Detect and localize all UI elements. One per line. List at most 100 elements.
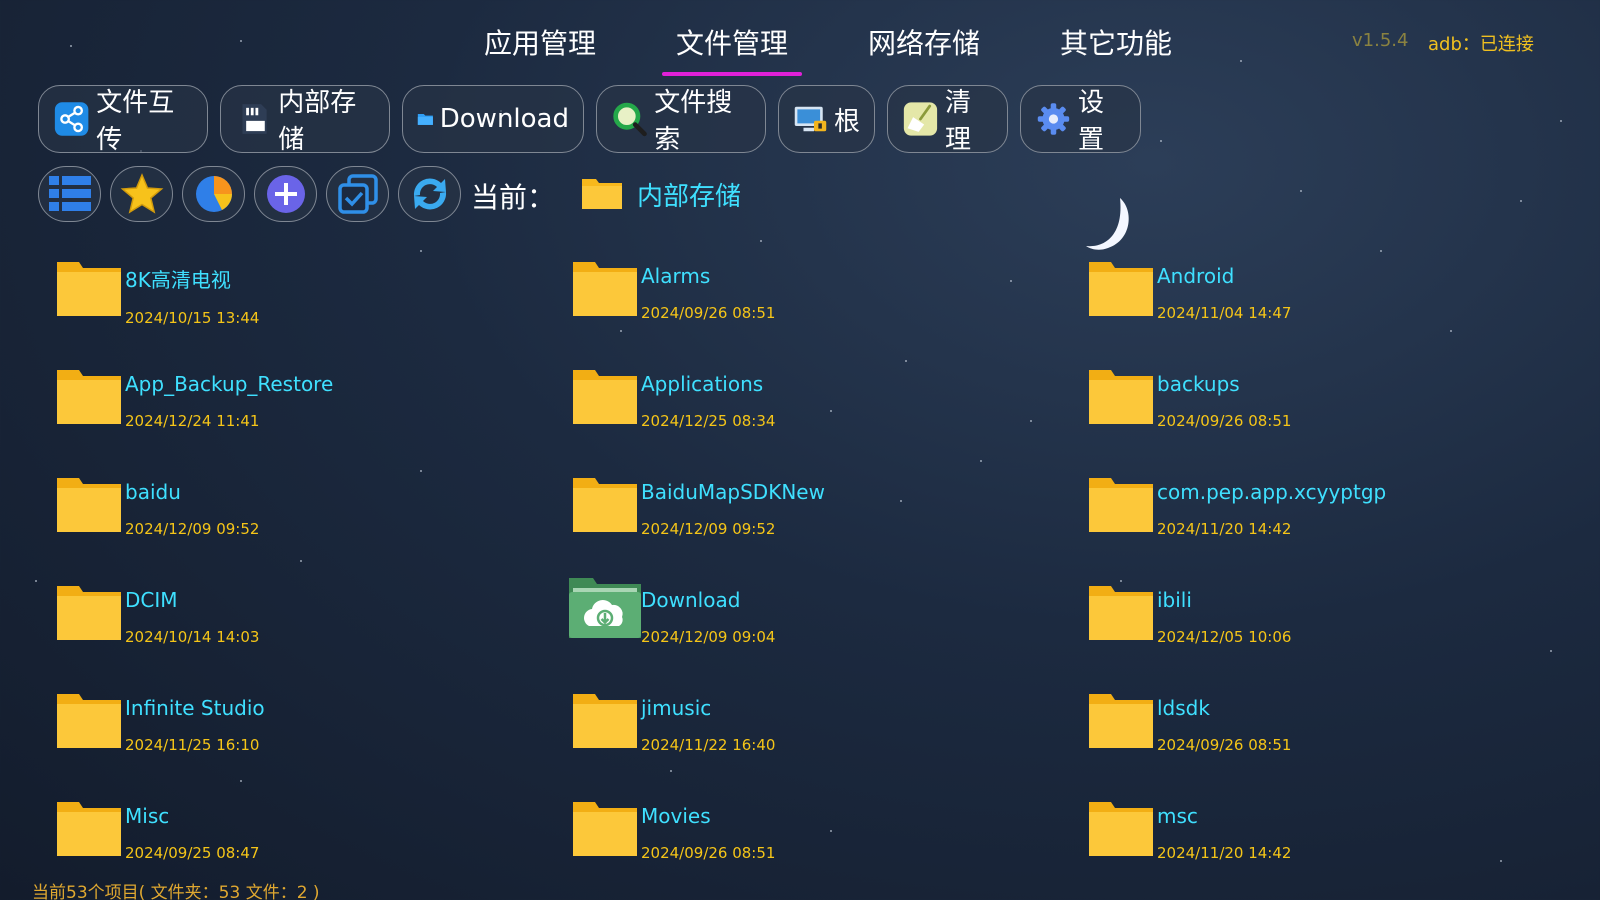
file-list-item[interactable]: Alarms 2024/09/26 08:51: [571, 258, 1087, 366]
folder-icon: [57, 586, 121, 640]
refresh-icon: [413, 178, 446, 210]
computer-lock-icon: [794, 106, 827, 132]
version-label: v1.5.4: [1352, 30, 1409, 51]
multi-select-button[interactable]: [326, 166, 389, 222]
file-list-item[interactable]: Download 2024/12/09 09:04: [569, 578, 1087, 690]
folder-icon: [573, 370, 637, 424]
root-button[interactable]: 根: [778, 85, 875, 153]
toolbar: 文件互传 内部存储 Download 文件搜索 根 清理 设置: [38, 85, 1141, 155]
file-transfer-label: 文件互传: [96, 88, 175, 155]
file-name: 8K高清电视: [125, 268, 231, 292]
file-date: 2024/10/15 13:44: [125, 309, 260, 327]
multi-select-icon: [337, 174, 378, 214]
settings-label: 设置: [1077, 88, 1104, 155]
folder-icon: [57, 262, 121, 316]
add-icon: [266, 175, 305, 213]
file-name: DCIM: [125, 588, 178, 612]
file-date: 2024/11/04 14:47: [1157, 304, 1292, 322]
file-list-item[interactable]: Infinite Studio 2024/11/25 16:10: [55, 690, 571, 798]
file-list-item[interactable]: msc 2024/11/20 14:42: [1087, 798, 1555, 900]
file-date: 2024/11/22 16:40: [641, 736, 776, 754]
broom-icon: [903, 102, 938, 136]
file-grid: 8K高清电视 2024/10/15 13:44 Alarms 2024/09/26 0…: [55, 258, 1555, 900]
file-name: msc: [1157, 804, 1198, 828]
folder-icon: [417, 113, 433, 125]
pie-chart-icon: [195, 176, 232, 212]
file-transfer-button[interactable]: 文件互传: [38, 85, 208, 155]
file-list-item[interactable]: Applications 2024/12/25 08:34: [571, 366, 1087, 474]
file-list-item[interactable]: App_Backup_Restore 2024/12/24 11:41: [55, 366, 571, 474]
file-date: 2024/12/24 11:41: [125, 412, 260, 430]
folder-icon: [573, 262, 637, 316]
settings-button[interactable]: 设置: [1020, 85, 1141, 155]
adb-status: adb：已连接: [1428, 34, 1534, 55]
tab-other-functions[interactable]: 其它功能: [1046, 18, 1186, 76]
folder-icon: [1089, 262, 1153, 316]
file-list-item[interactable]: com.pep.app.xcyyptgp 2024/11/20 14:42: [1087, 474, 1555, 582]
internal-storage-button[interactable]: 内部存储: [220, 85, 390, 155]
file-list-item[interactable]: BaiduMapSDKNew 2024/12/09 09:52: [571, 474, 1087, 582]
folder-icon: [57, 802, 121, 856]
favorites-button[interactable]: [110, 166, 173, 222]
folder-icon: [573, 478, 637, 532]
file-list-item[interactable]: ldsdk 2024/09/26 08:51: [1087, 690, 1555, 798]
share-icon: [54, 102, 89, 136]
file-name: ldsdk: [1157, 696, 1210, 720]
file-date: 2024/09/26 08:51: [641, 304, 776, 322]
tab-network-storage[interactable]: 网络存储: [854, 18, 994, 76]
current-path[interactable]: 内部存储: [637, 176, 741, 213]
file-list-item[interactable]: jimusic 2024/11/22 16:40: [571, 690, 1087, 798]
folder-icon: [57, 694, 121, 748]
action-icon-row: [38, 166, 461, 222]
file-list-item[interactable]: baidu 2024/12/09 09:52: [55, 474, 571, 582]
moon-decoration: [1086, 198, 1129, 250]
storage-analysis-button[interactable]: [182, 166, 245, 222]
file-list-item[interactable]: ibili 2024/12/05 10:06: [1087, 582, 1555, 690]
tab-app-management[interactable]: 应用管理: [470, 18, 610, 76]
clean-button[interactable]: 清理: [887, 85, 1008, 155]
clean-label: 清理: [944, 88, 971, 155]
folder-icon: [573, 802, 637, 856]
download-button[interactable]: Download: [402, 85, 584, 153]
file-list-item[interactable]: 8K高清电视 2024/10/15 13:44: [55, 258, 571, 366]
folder-icon: [1089, 802, 1153, 856]
folder-icon: [1089, 478, 1153, 532]
add-button[interactable]: [254, 166, 317, 222]
current-path-label: 当前：: [471, 181, 556, 214]
file-list-item[interactable]: DCIM 2024/10/14 14:03: [55, 582, 571, 690]
file-name: baidu: [125, 480, 181, 504]
file-name: BaiduMapSDKNew: [641, 480, 825, 504]
list-view-button[interactable]: [38, 166, 101, 222]
file-search-label: 文件搜索: [654, 88, 733, 155]
refresh-button[interactable]: [398, 166, 461, 222]
sd-card-icon: [242, 104, 267, 134]
file-name: Applications: [641, 372, 764, 396]
file-search-button[interactable]: 文件搜索: [596, 85, 766, 155]
folder-icon: [1089, 586, 1153, 640]
file-name: Android: [1157, 264, 1235, 288]
file-date: 2024/11/25 16:10: [125, 736, 260, 754]
folder-icon: [1089, 370, 1153, 424]
file-name: jimusic: [641, 696, 712, 720]
file-date: 2024/09/26 08:51: [1157, 412, 1292, 430]
file-name: App_Backup_Restore: [125, 372, 334, 396]
file-list-item[interactable]: backups 2024/09/26 08:51: [1087, 366, 1555, 474]
file-date: 2024/09/26 08:51: [1157, 736, 1292, 754]
file-name: Download: [641, 588, 741, 612]
root-label: 根: [833, 106, 860, 137]
file-date: 2024/12/25 08:34: [641, 412, 776, 430]
folder-icon: [57, 478, 121, 532]
file-name: Alarms: [641, 264, 711, 288]
file-list-item[interactable]: Movies 2024/09/26 08:51: [571, 798, 1087, 900]
folder-icon: [57, 370, 121, 424]
file-name: com.pep.app.xcyyptgp: [1157, 480, 1387, 504]
file-name: Movies: [641, 804, 711, 828]
folder-icon: [1089, 694, 1153, 748]
file-date: 2024/12/09 09:04: [641, 628, 776, 646]
file-list-item[interactable]: Android 2024/11/04 14:47: [1087, 258, 1555, 366]
tab-file-management[interactable]: 文件管理: [662, 18, 803, 76]
status-bar: 当前53个项目( 文件夹：53 文件：2 ): [32, 883, 320, 900]
main-tabs: 应用管理 文件管理 网络存储 其它功能: [470, 18, 1186, 76]
list-view-icon: [48, 176, 91, 211]
download-folder-icon: [569, 578, 641, 638]
